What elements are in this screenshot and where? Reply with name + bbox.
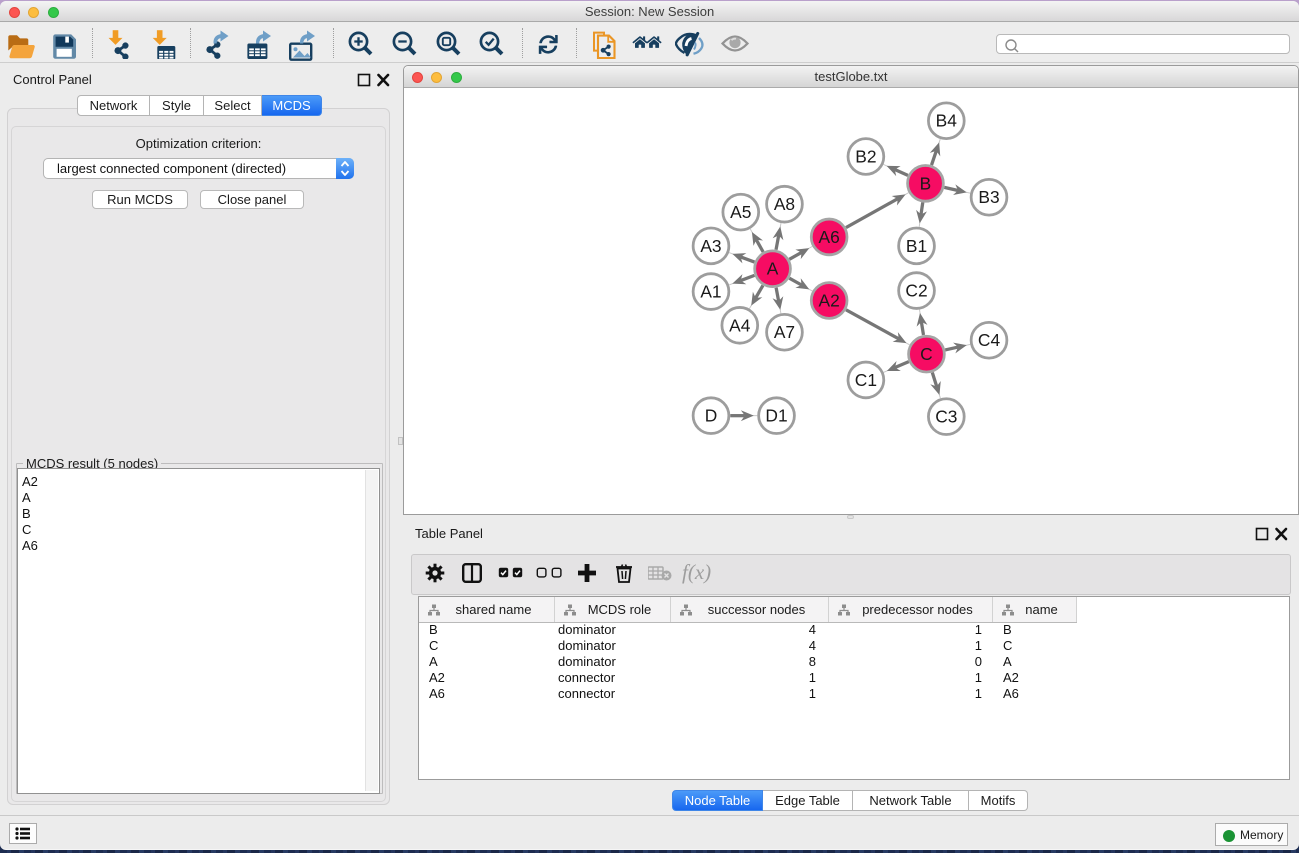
svg-text:A3: A3 [700, 236, 721, 256]
svg-text:B3: B3 [978, 187, 999, 207]
svg-text:A5: A5 [730, 202, 751, 222]
svg-text:B: B [920, 173, 932, 193]
svg-text:A2: A2 [819, 290, 840, 310]
svg-text:B2: B2 [855, 146, 876, 166]
svg-text:C: C [920, 344, 933, 364]
svg-text:D: D [705, 406, 718, 426]
svg-text:D1: D1 [765, 406, 787, 426]
svg-text:C3: C3 [935, 407, 957, 427]
svg-text:B4: B4 [936, 111, 958, 131]
svg-text:C1: C1 [855, 370, 877, 390]
svg-text:C2: C2 [905, 281, 927, 301]
svg-text:A8: A8 [774, 194, 795, 214]
svg-text:A6: A6 [819, 227, 840, 247]
svg-text:A7: A7 [774, 322, 795, 342]
svg-text:C4: C4 [978, 330, 1001, 350]
svg-text:A: A [767, 259, 779, 279]
svg-text:A1: A1 [700, 282, 721, 302]
svg-text:A4: A4 [729, 315, 751, 335]
svg-text:B1: B1 [906, 236, 927, 256]
